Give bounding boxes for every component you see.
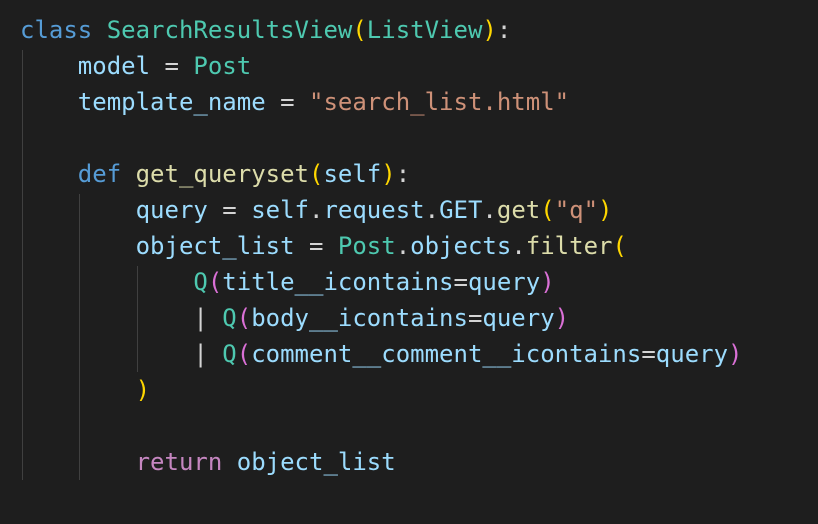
token-operator: = xyxy=(294,232,338,260)
token-operator: = xyxy=(453,268,468,296)
token-dot: . xyxy=(424,196,440,224)
token-parameter: comment__comment__icontains xyxy=(251,340,642,368)
token-parameter: title__icontains xyxy=(222,268,454,296)
token-bracket: ( xyxy=(352,16,367,44)
token-bracket: ) xyxy=(554,304,570,332)
token-pipe: | xyxy=(193,304,223,332)
token-bracket: ( xyxy=(540,196,555,224)
token-method: filter xyxy=(525,232,613,260)
token-operator: = xyxy=(265,88,309,116)
token-attribute: template_name xyxy=(77,88,266,116)
token-bracket: ) xyxy=(482,16,497,44)
code-line-9: | Q(body__icontains=query) xyxy=(20,300,569,336)
token-keyword: class xyxy=(20,16,93,44)
token-attribute: model xyxy=(77,52,151,80)
token-self: self xyxy=(251,196,309,224)
token-class-ref: Q xyxy=(222,304,237,332)
token-bracket: ) xyxy=(728,340,743,368)
code-line-3: template_name = "search_list.html" xyxy=(20,84,569,120)
token-bracket: ) xyxy=(598,196,613,224)
code-line-8: Q(title__icontains=query) xyxy=(20,264,555,300)
code-line-13: return object_list xyxy=(20,444,396,480)
code-line-10: | Q(comment__comment__icontains=query) xyxy=(20,336,743,372)
token-parameter: self xyxy=(323,160,382,188)
code-line-11: ) xyxy=(20,372,150,408)
token-dot: . xyxy=(309,196,324,224)
token-bracket: ( xyxy=(309,160,324,188)
token-class-ref: Q xyxy=(193,268,208,296)
token-variable: query xyxy=(655,340,729,368)
token-dot: . xyxy=(395,232,411,260)
code-line-7: object_list = Post.objects.filter( xyxy=(20,228,627,264)
token-operator: = xyxy=(150,52,194,80)
token-attribute: objects xyxy=(410,232,512,260)
token-bracket: ( xyxy=(236,340,252,368)
token-bracket: ) xyxy=(135,376,151,404)
token-colon: : xyxy=(395,160,411,188)
token-string: "search_list.html" xyxy=(309,88,570,116)
token-class-name: SearchResultsView xyxy=(106,16,353,44)
code-line-5: def get_queryset(self): xyxy=(20,156,410,192)
token-class-ref: Post xyxy=(193,52,252,80)
token-variable: object_list xyxy=(135,232,295,260)
token-variable: query xyxy=(135,196,208,224)
token-colon: : xyxy=(496,16,512,44)
token-attribute: request xyxy=(323,196,425,224)
token-class-ref: Post xyxy=(337,232,396,260)
token-function-name: get_queryset xyxy=(135,160,309,188)
token-bracket: ) xyxy=(381,160,396,188)
token-bracket: ( xyxy=(236,304,252,332)
token-variable: object_list xyxy=(236,448,396,476)
code-line-1: class SearchResultsView(ListView): xyxy=(20,12,511,48)
token-string: "q" xyxy=(554,196,599,224)
token-variable: query xyxy=(482,304,555,332)
token-bracket: ( xyxy=(207,268,223,296)
token-dot: . xyxy=(482,196,497,224)
token-keyword: def xyxy=(77,160,122,188)
token-parameter: body__icontains xyxy=(251,304,468,332)
token-method: get xyxy=(496,196,541,224)
token-dot: . xyxy=(511,232,526,260)
token-pipe: | xyxy=(193,340,223,368)
code-editor[interactable]: class SearchResultsView(ListView): model… xyxy=(0,0,818,524)
token-keyword: return xyxy=(135,448,223,476)
token-operator: = xyxy=(207,196,252,224)
code-line-2: model = Post xyxy=(20,48,251,84)
token-attribute: GET xyxy=(439,196,483,224)
token-variable: query xyxy=(467,268,541,296)
code-line-6: query = self.request.GET.get("q") xyxy=(20,192,613,228)
token-class-ref: Q xyxy=(222,340,237,368)
token-base-class: ListView xyxy=(366,16,483,44)
token-bracket: ( xyxy=(612,232,627,260)
token-operator: = xyxy=(641,340,656,368)
token-bracket: ) xyxy=(540,268,555,296)
token-operator: = xyxy=(467,304,483,332)
